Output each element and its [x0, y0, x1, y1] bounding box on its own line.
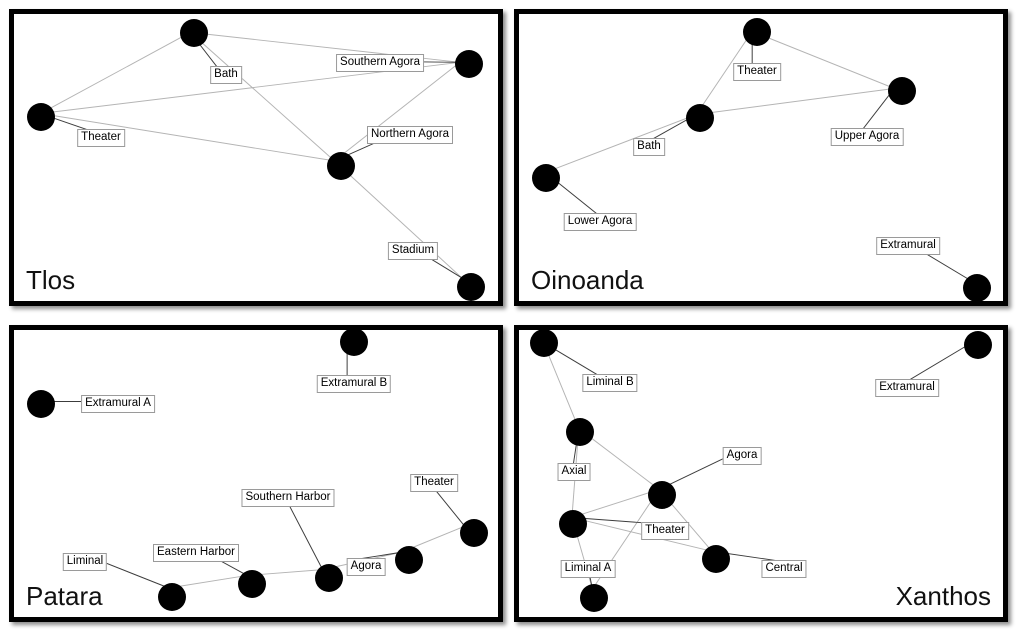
figure-canvas: Bath Southern Agora Theater Northern Agora S… [0, 0, 1024, 635]
edge-southern_agora-northern_agora [334, 61, 461, 162]
node-label-central: Central [761, 560, 807, 578]
node-extramural_a[interactable] [27, 390, 55, 418]
node-label-axial: Axial [557, 463, 591, 481]
node-label-southern_harbor: Southern Harbor [241, 489, 335, 507]
node-label-liminal: Liminal [62, 553, 108, 571]
node-label-liminal_b: Liminal B [582, 374, 638, 392]
node-extramural[interactable] [964, 331, 992, 359]
node-label-agora: Agora [346, 558, 386, 576]
panel-xanthos: Liminal B Extramural Axial Agora Theater Cent… [514, 325, 1008, 622]
node-theater[interactable] [27, 103, 55, 131]
node-label-extramural_b: Extramural B [316, 375, 392, 393]
panel-patara: Extramural B Extramural A Theater Agora Sout… [9, 325, 503, 622]
node-theater[interactable] [460, 519, 488, 547]
node-label-extramural_a: Extramural A [81, 395, 155, 413]
node-liminal[interactable] [158, 583, 186, 611]
node-axial[interactable] [566, 418, 594, 446]
edge-bath-upper_agora [696, 87, 895, 115]
node-label-upper_agora: Upper Agora [830, 128, 904, 146]
node-southern_harbor[interactable] [315, 564, 343, 592]
node-label-southern_agora: Southern Agora [336, 54, 424, 72]
panel-oinoanda: Theater Upper Agora Bath Lower Agora Extramu… [514, 9, 1008, 306]
network-graph-oinoanda [519, 14, 1003, 301]
node-label-bath: Bath [210, 66, 242, 84]
edge-theater-bath [40, 31, 191, 114]
node-lower_agora[interactable] [532, 164, 560, 192]
node-bath[interactable] [180, 19, 208, 47]
node-liminal_b[interactable] [530, 330, 558, 357]
node-label-bath: Bath [633, 138, 665, 156]
node-label-theater: Theater [77, 129, 125, 147]
panel-title-patara: Patara [26, 581, 103, 611]
node-label-northern_agora: Northern Agora [367, 126, 453, 144]
edge-agora-theater [571, 488, 660, 518]
node-label-eastern_harbor: Eastern Harbor [153, 544, 239, 562]
node-agora[interactable] [648, 481, 676, 509]
node-label-theater: Theater [410, 474, 458, 492]
node-label-extramural: Extramural [876, 237, 940, 255]
node-liminal_a[interactable] [580, 584, 608, 612]
panel-title-tlos: Tlos [26, 265, 76, 295]
node-extramural_b[interactable] [340, 330, 368, 356]
node-stadium[interactable] [457, 273, 485, 301]
node-label-extramural: Extramural [875, 379, 939, 397]
node-label-agora: Agora [722, 447, 762, 465]
edge-northern_agora-stadium [334, 160, 463, 279]
node-eastern_harbor[interactable] [238, 570, 266, 598]
edge-group [545, 30, 895, 173]
node-label-stadium: Stadium [387, 242, 439, 260]
panel-tlos: Bath Southern Agora Theater Northern Agora S… [9, 9, 503, 306]
node-label-liminal_a: Liminal A [560, 560, 616, 578]
node-southern_agora[interactable] [455, 50, 483, 78]
node-central[interactable] [702, 545, 730, 573]
node-upper_agora[interactable] [888, 77, 916, 105]
node-theater[interactable] [559, 510, 587, 538]
panel-title-xanthos: Xanthos [895, 581, 991, 611]
node-bath[interactable] [686, 104, 714, 132]
node-theater[interactable] [743, 18, 771, 46]
node-agora[interactable] [395, 546, 423, 574]
node-label-lower_agora: Lower Agora [563, 213, 637, 231]
panel-title-oinoanda: Oinoanda [531, 265, 644, 295]
node-label-theater: Theater [641, 522, 689, 540]
edge-bath-lower_agora [545, 114, 697, 173]
node-extramural[interactable] [963, 274, 991, 301]
node-northern_agora[interactable] [327, 152, 355, 180]
node-label-theater: Theater [733, 63, 781, 81]
